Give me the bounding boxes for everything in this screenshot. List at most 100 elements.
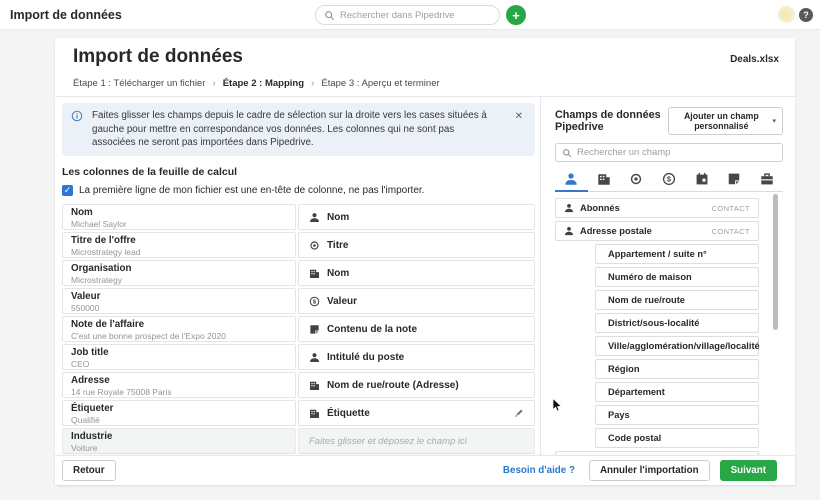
field-group-abonnes[interactable]: Abonnés CONTACT: [555, 198, 759, 218]
plus-icon: +: [512, 8, 520, 23]
entity-tag: CONTACT: [712, 227, 750, 236]
breadcrumb: Étape 1 : Télécharger un fichier › Étape…: [73, 78, 440, 89]
field-item[interactable]: Appartement / suite n°: [595, 244, 759, 264]
tab-deal[interactable]: [653, 167, 686, 192]
field-item[interactable]: District/sous-localité: [595, 313, 759, 333]
mapped-field-box[interactable]: Nom de rue/route (Adresse): [298, 372, 535, 398]
source-column-box[interactable]: Industrie Voiture: [62, 428, 296, 454]
table-row: Titre de l'offre Microstrategy lead Titr…: [62, 232, 535, 258]
chevron-right-icon: ›: [212, 78, 215, 89]
back-button[interactable]: Retour: [62, 460, 116, 481]
info-banner: Faites glisser les champs depuis le cadr…: [62, 103, 535, 156]
search-icon: [324, 10, 335, 21]
next-button[interactable]: Suivant: [720, 460, 777, 481]
person-icon: [564, 226, 574, 236]
note-icon: [309, 324, 320, 335]
edit-icon[interactable]: [514, 408, 524, 418]
table-row: Job title CEO Intitulé du poste: [62, 344, 535, 370]
global-search-input[interactable]: [340, 10, 491, 21]
cancel-import-button[interactable]: Annuler l'importation: [589, 460, 710, 481]
field-group-adresse-postale[interactable]: Adresse postale CONTACT: [555, 221, 759, 241]
card-header: Import de données Deals.xlsx Étape 1 : T…: [55, 38, 795, 97]
mapped-field-box[interactable]: Contenu de la note: [298, 316, 535, 342]
drop-zone[interactable]: Faites glisser et déposez le champ ici: [298, 428, 535, 454]
field-item[interactable]: Département: [595, 382, 759, 402]
help-link[interactable]: Besoin d'aide ?: [503, 465, 575, 476]
info-banner-text: Faites glisser les champs depuis le cadr…: [92, 110, 487, 148]
check-icon: ✓: [64, 186, 72, 195]
source-column-box[interactable]: Adresse 14 rue Royale 75008 Paris: [62, 372, 296, 398]
person-icon: [309, 212, 320, 223]
field-list: Abonnés CONTACT Adresse postale CONTACT …: [555, 198, 759, 455]
table-row: Adresse 14 rue Royale 75008 Paris Nom de…: [62, 372, 535, 398]
footer-actions: Retour Besoin d'aide ? Annuler l'importa…: [55, 455, 795, 485]
mapping-column: Faites glisser les champs depuis le cadr…: [55, 97, 540, 455]
chevron-down-icon: ▾: [772, 117, 776, 125]
checkbox-label: La première ligne de mon fichier est une…: [79, 185, 424, 196]
step-1-upload[interactable]: Étape 1 : Télécharger un fichier: [73, 78, 205, 89]
header-row-checkbox-row[interactable]: ✓ La première ligne de mon fichier est u…: [62, 185, 535, 196]
help-icon[interactable]: ?: [799, 8, 813, 22]
field-item[interactable]: Pays: [595, 405, 759, 425]
tab-lead[interactable]: [620, 167, 653, 192]
mapped-field-box[interactable]: Nom: [298, 260, 535, 286]
top-navigation-bar: Import de données + ?: [0, 0, 820, 30]
search-icon: [562, 148, 572, 158]
field-search[interactable]: [555, 143, 783, 162]
field-item[interactable]: Région: [595, 359, 759, 379]
checkbox-checked[interactable]: ✓: [62, 185, 73, 196]
person-icon: [309, 352, 320, 363]
add-custom-field-button[interactable]: Ajouter un champ personnalisé ▾: [668, 107, 783, 135]
tab-product[interactable]: [750, 167, 783, 192]
tab-activity[interactable]: [685, 167, 718, 192]
tab-organization[interactable]: [588, 167, 621, 192]
mapped-field-box[interactable]: Valeur: [298, 288, 535, 314]
quick-add-button[interactable]: +: [506, 5, 526, 25]
organization-icon: [309, 380, 320, 391]
tab-person[interactable]: [555, 167, 588, 192]
lead-target-icon: [309, 240, 320, 251]
global-search[interactable]: [315, 5, 500, 25]
source-column-box[interactable]: Note de l'affaire C'est une bonne prospe…: [62, 316, 296, 342]
mapped-field-box[interactable]: Nom: [298, 204, 535, 230]
step-3-preview[interactable]: Étape 3 : Aperçu et terminer: [321, 78, 439, 89]
mapped-field-box[interactable]: Intitulé du poste: [298, 344, 535, 370]
source-column-box[interactable]: Organisation Microstrategy: [62, 260, 296, 286]
page-title: Import de données: [73, 46, 243, 68]
drop-placeholder: Faites glisser et déposez le champ ici: [309, 436, 467, 447]
field-item[interactable]: Numéro de maison: [595, 267, 759, 287]
field-item[interactable]: Code postal: [595, 428, 759, 448]
organization-icon: [309, 268, 320, 279]
mapping-table: Nom Michael Saylor Nom Titre de l'offre …: [62, 204, 535, 454]
table-row-unmapped: Industrie Voiture Faites glisser et dépo…: [62, 428, 535, 454]
table-row: Organisation Microstrategy Nom: [62, 260, 535, 286]
source-column-box[interactable]: Nom Michael Saylor: [62, 204, 296, 230]
field-item[interactable]: Ville/agglomération/village/localité: [595, 336, 759, 356]
table-row: Note de l'affaire C'est une bonne prospe…: [62, 316, 535, 342]
chevron-right-icon: ›: [311, 78, 314, 89]
person-icon: [564, 203, 574, 213]
source-column-box[interactable]: Job title CEO: [62, 344, 296, 370]
step-2-mapping[interactable]: Étape 2 : Mapping: [223, 78, 304, 89]
table-row: Étiqueter Qualifié Étiquette: [62, 400, 535, 426]
mapped-field-box[interactable]: Étiquette: [298, 400, 535, 426]
pipedrive-fields-panel: Champs de données Pipedrive Ajouter un c…: [540, 97, 795, 455]
entity-tag: CONTACT: [712, 204, 750, 213]
source-column-box[interactable]: Titre de l'offre Microstrategy lead: [62, 232, 296, 258]
info-icon: [71, 110, 83, 122]
source-column-box[interactable]: Valeur 550000: [62, 288, 296, 314]
mapped-field-box[interactable]: Titre: [298, 232, 535, 258]
field-search-input[interactable]: [577, 147, 776, 158]
currency-icon: [309, 296, 320, 307]
scrollbar-thumb[interactable]: [773, 194, 778, 330]
app-page-title: Import de données: [10, 8, 122, 22]
source-column-box[interactable]: Étiqueter Qualifié: [62, 400, 296, 426]
entity-tabs: [555, 167, 783, 192]
close-icon[interactable]: ✕: [515, 110, 523, 124]
field-item[interactable]: Nom de rue/route: [595, 290, 759, 310]
columns-heading: Les colonnes de la feuille de calcul: [62, 166, 535, 178]
tab-note[interactable]: [718, 167, 751, 192]
table-row: Valeur 550000 Valeur: [62, 288, 535, 314]
file-name: Deals.xlsx: [730, 54, 779, 65]
avatar[interactable]: [778, 6, 795, 23]
